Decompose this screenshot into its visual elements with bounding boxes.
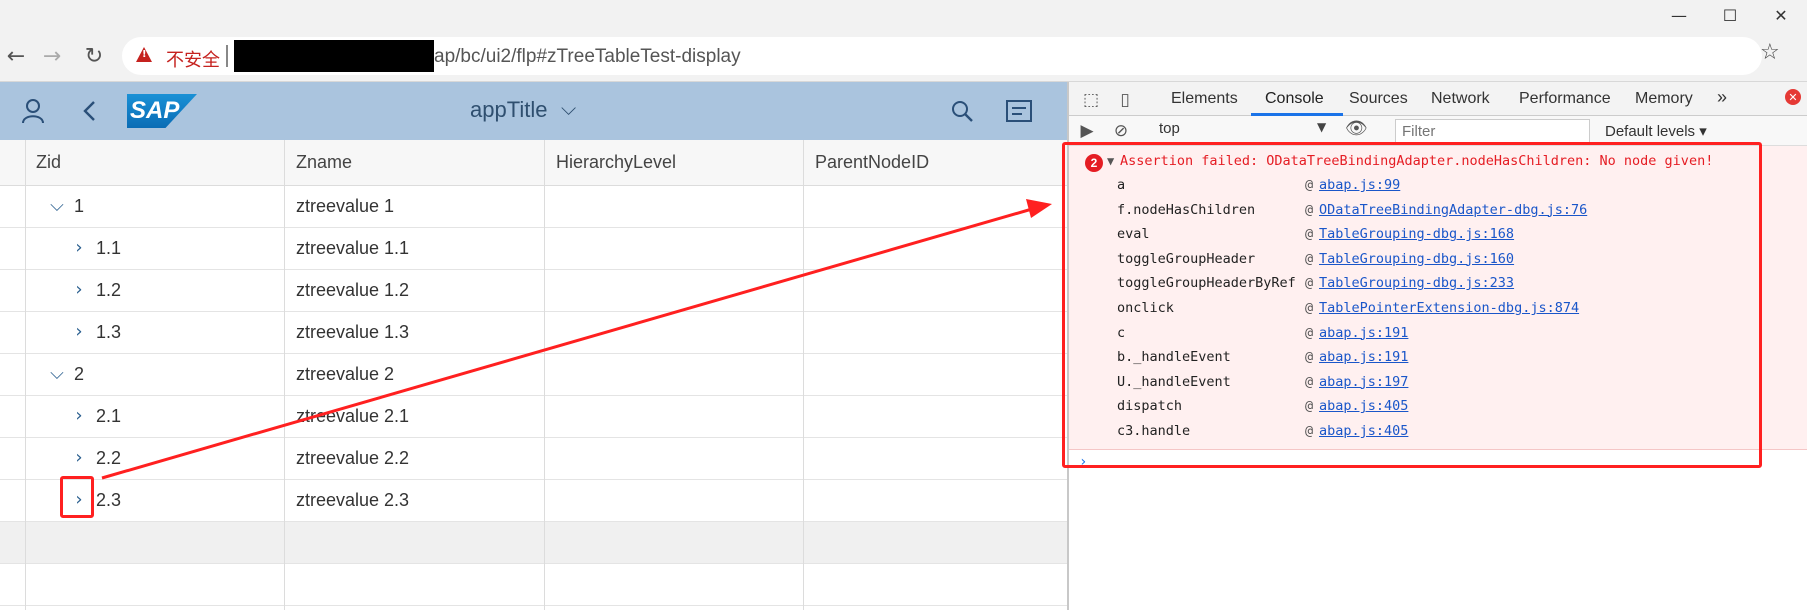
address-bar[interactable]: 不安全 ap/bc/ui2/flp#zTreeTableTest-display (122, 37, 1762, 75)
cell-zname: ztreevalue 2 (296, 364, 395, 384)
table-row[interactable]: › 2.3 ztreevalue 2.3 (0, 480, 1067, 522)
table-row[interactable]: › 1.1 ztreevalue 1.1 (0, 228, 1067, 270)
cell-zname: ztreevalue 1 (296, 196, 395, 216)
maximize-button[interactable]: ☐ (1707, 0, 1753, 30)
column-header-zname[interactable]: Zname (296, 152, 352, 173)
browser-toolbar: ← → ↻ 不安全 ap/bc/ui2/flp#zTreeTableTest-d… (0, 30, 1807, 82)
sap-logo[interactable]: SAP (127, 94, 197, 128)
cell-zname: ztreevalue 1.2 (296, 280, 410, 300)
column-divider (544, 140, 545, 610)
url-text[interactable]: ap/bc/ui2/flp#zTreeTableTest-display (434, 46, 741, 68)
column-header-zid[interactable]: Zid (36, 152, 61, 173)
tab-console[interactable]: Console (1265, 90, 1324, 108)
more-tabs-icon[interactable]: » (1717, 87, 1727, 108)
eye-icon[interactable]: 👁 (1345, 118, 1368, 139)
caret-down-icon[interactable]: ▼ (1317, 120, 1326, 134)
cell-zid: 2.1 (96, 406, 122, 426)
warning-icon[interactable] (136, 47, 152, 62)
collapse-toggle-icon[interactable]: ⌵ (46, 362, 68, 384)
devtools-close-icon[interactable]: ✕ (1785, 89, 1801, 105)
cell-zid: 2.3 (96, 490, 122, 510)
log-levels-select[interactable]: Default levels ▾ (1605, 122, 1707, 140)
expand-toggle-icon[interactable]: › (68, 236, 90, 258)
cell-zid: 1.2 (96, 280, 122, 300)
column-divider (284, 140, 285, 610)
close-window-button[interactable]: ✕ (1758, 0, 1804, 30)
table-row[interactable]: › 1.3 ztreevalue 1.3 (0, 312, 1067, 354)
tab-memory[interactable]: Memory (1635, 90, 1693, 108)
menu-icon[interactable] (1002, 94, 1036, 128)
column-divider (803, 140, 804, 610)
inspect-element-icon[interactable]: ⬚ (1079, 88, 1103, 112)
back-icon[interactable] (72, 94, 106, 128)
divider (226, 45, 228, 67)
highlight-box-expand-toggle (60, 476, 94, 518)
devtools-tab-bar: ⬚ ▯ Elements Console Sources Network Per… (1069, 82, 1807, 116)
filter-input[interactable] (1395, 119, 1590, 143)
expand-toggle-icon[interactable]: › (68, 278, 90, 300)
table-row[interactable]: ⌵ 1 ztreevalue 1 (0, 186, 1067, 228)
expand-toggle-icon[interactable]: › (68, 404, 90, 426)
expand-toggle-icon[interactable]: › (68, 446, 90, 468)
back-button[interactable]: ← (0, 40, 32, 72)
table-row[interactable]: › 2.2 ztreevalue 2.2 (0, 438, 1067, 480)
cell-zname: ztreevalue 1.3 (296, 322, 410, 342)
minimize-button[interactable]: — (1656, 0, 1702, 30)
reload-button[interactable]: ↻ (78, 40, 110, 72)
table-header: Zid Zname HierarchyLevel ParentNodeID (0, 140, 1067, 186)
column-header-parent-node-id[interactable]: ParentNodeID (815, 152, 929, 173)
collapse-toggle-icon[interactable]: ⌵ (46, 194, 68, 216)
expand-toggle-icon[interactable]: › (68, 320, 90, 342)
table-row[interactable]: › 1.2 ztreevalue 1.2 (0, 270, 1067, 312)
highlight-box-console (1062, 142, 1762, 468)
tab-elements[interactable]: Elements (1171, 90, 1238, 108)
sidebar-toggle-icon[interactable]: ▶ (1075, 119, 1099, 143)
cell-zname: ztreevalue 2.2 (296, 448, 410, 468)
bookmark-star-icon[interactable]: ☆ (1760, 40, 1780, 65)
table-row[interactable]: ⌵ 2 ztreevalue 2 (0, 354, 1067, 396)
security-label[interactable]: 不安全 (166, 46, 220, 72)
cell-zname: ztreevalue 1.1 (296, 238, 410, 258)
app-title[interactable]: appTitle (470, 97, 547, 123)
tab-performance[interactable]: Performance (1519, 90, 1611, 108)
shell-bar: SAP appTitle ⌵ (0, 82, 1067, 140)
tab-sources[interactable]: Sources (1349, 90, 1408, 108)
chevron-down-icon[interactable]: ⌵ (561, 96, 576, 120)
redacted-host (234, 40, 434, 72)
user-icon[interactable] (16, 94, 50, 128)
cell-zname: ztreevalue 2.3 (296, 490, 410, 510)
cell-zid: 2 (74, 364, 85, 384)
device-toolbar-icon[interactable]: ▯ (1113, 88, 1137, 112)
empty-row (0, 522, 1067, 564)
cell-zid: 1.1 (96, 238, 122, 258)
window-title-bar: — ☐ ✕ (0, 0, 1807, 30)
search-icon[interactable] (945, 94, 979, 128)
empty-row (0, 564, 1067, 606)
cell-zid: 2.2 (96, 448, 122, 468)
tree-table: Zid Zname HierarchyLevel ParentNodeID ⌵ 1… (0, 140, 1067, 610)
column-divider (25, 140, 26, 610)
tab-network[interactable]: Network (1431, 90, 1490, 108)
cell-zid: 1.3 (96, 322, 122, 342)
cell-zname: ztreevalue 2.1 (296, 406, 410, 426)
context-select[interactable]: top (1159, 120, 1329, 142)
cell-zid: 1 (74, 196, 85, 216)
table-row[interactable]: › 2.1 ztreevalue 2.1 (0, 396, 1067, 438)
forward-button[interactable]: → (36, 40, 68, 72)
clear-console-icon[interactable]: ⊘ (1109, 119, 1133, 143)
column-header-hierarchy-level[interactable]: HierarchyLevel (556, 152, 676, 173)
